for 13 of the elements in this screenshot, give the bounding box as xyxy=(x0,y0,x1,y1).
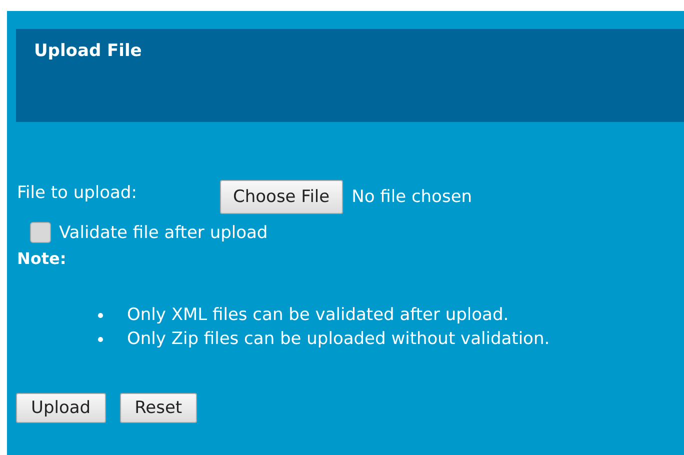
panel-title: Upload File xyxy=(34,41,142,61)
checkbox[interactable] xyxy=(30,222,51,243)
field-label: File to upload: xyxy=(17,183,138,203)
reset-button[interactable]: Reset xyxy=(120,393,198,423)
bullet-icon xyxy=(98,312,103,318)
note-heading: Note: xyxy=(16,249,68,268)
choose-file-button[interactable]: Choose File xyxy=(220,180,343,214)
checkbox-label: Validate file after upload xyxy=(59,222,268,242)
upload-button[interactable]: Upload xyxy=(16,393,106,423)
file-status: No file chosen xyxy=(352,187,472,207)
note-item: Only Zip files can be uploaded without validation. xyxy=(127,328,550,351)
note-item: Only XML files can be validated after upload. xyxy=(127,304,509,327)
bullet-icon xyxy=(98,336,103,342)
